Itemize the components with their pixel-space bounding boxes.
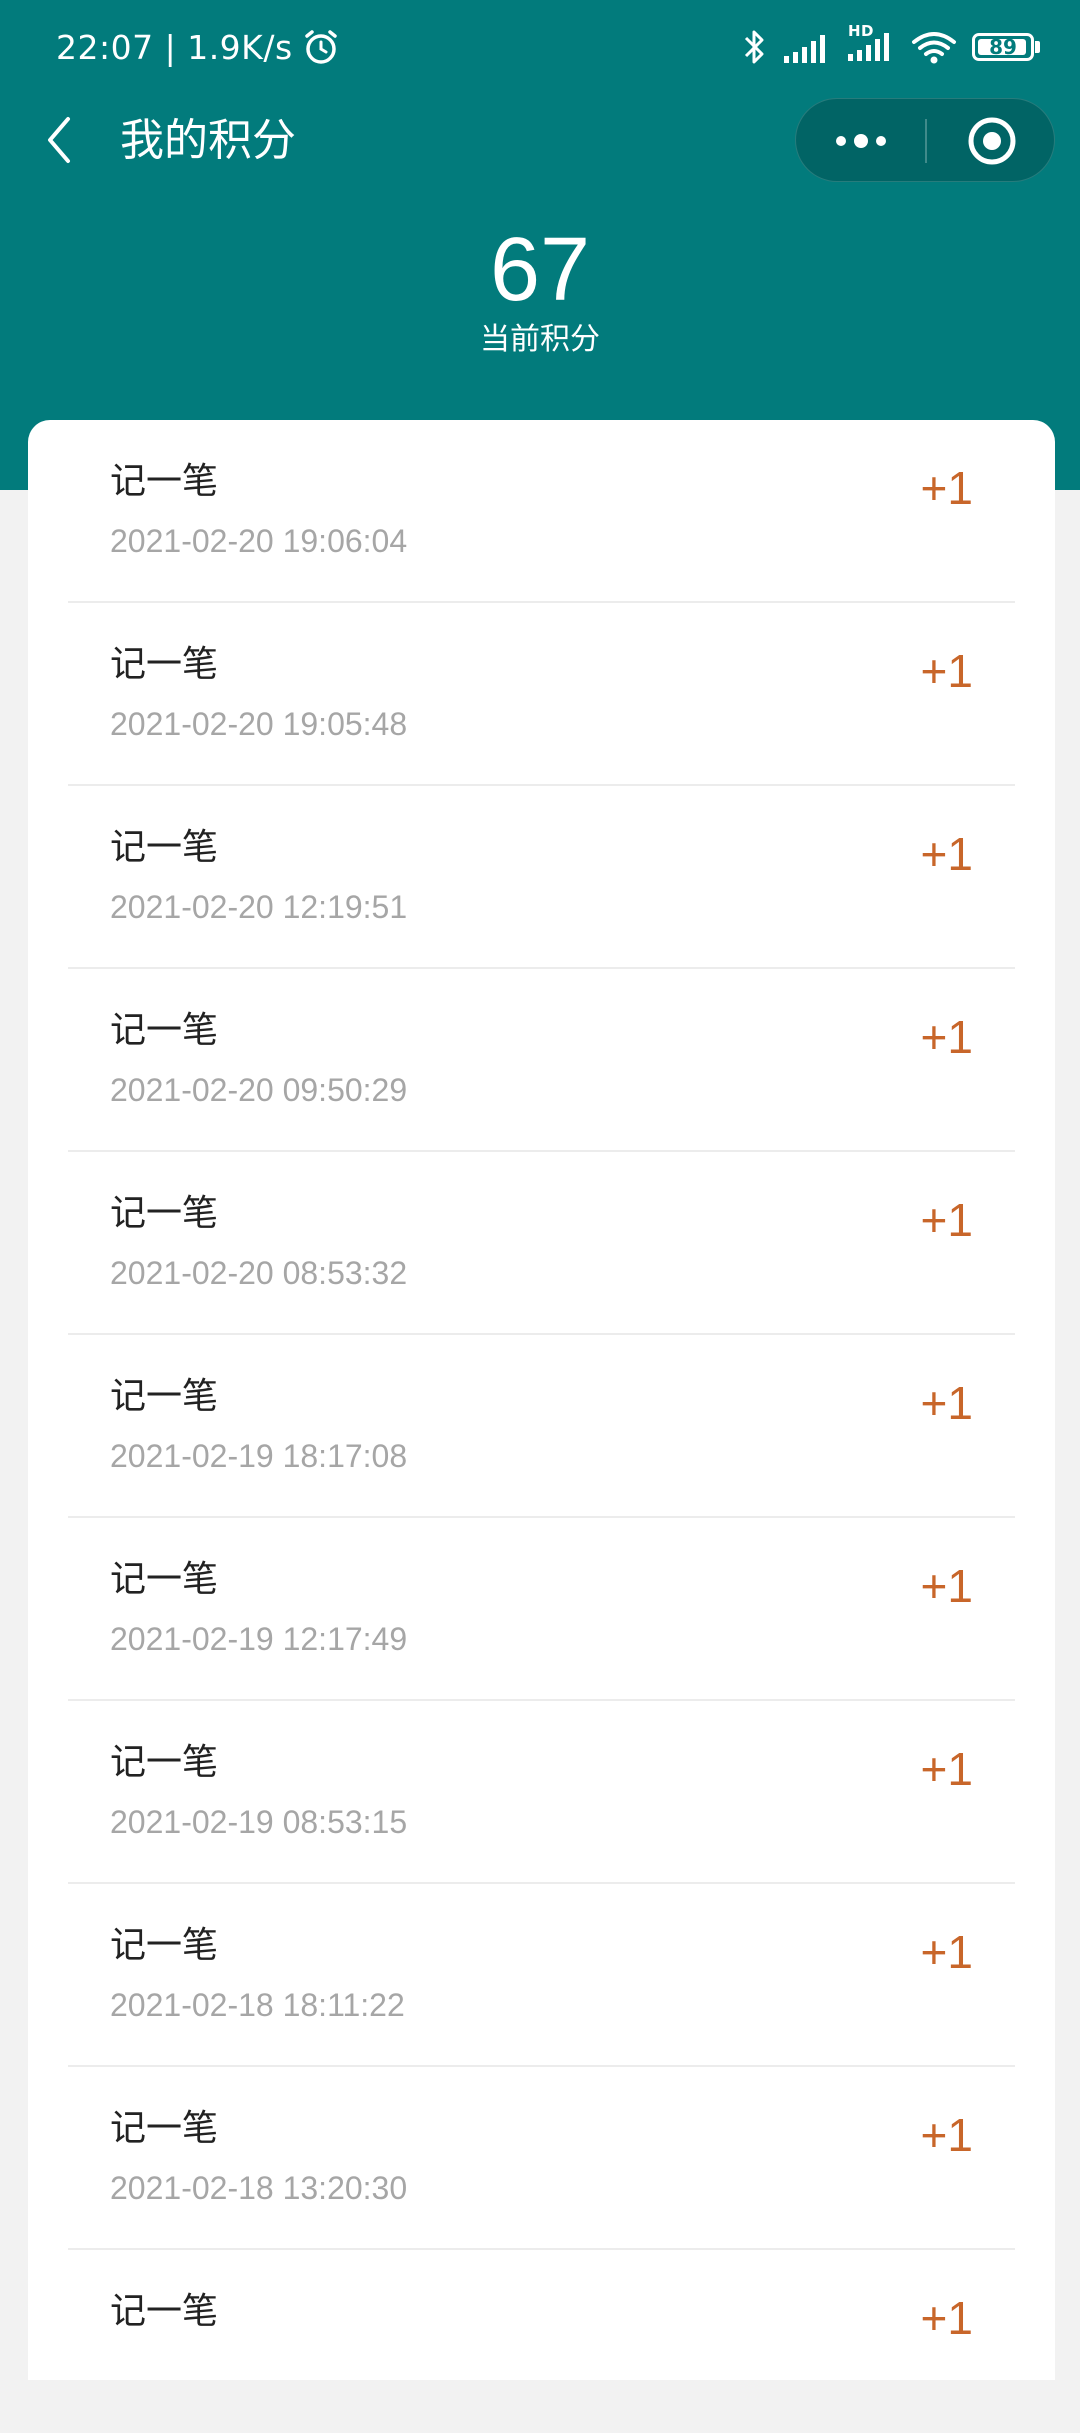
- list-item[interactable]: 记一笔 2021-02-18 13:20:30 +1: [68, 2067, 1015, 2250]
- record-points-delta: +1: [920, 462, 973, 514]
- list-item[interactable]: 记一笔 +1: [68, 2250, 1015, 2433]
- record-points-delta: +1: [920, 2292, 973, 2344]
- record-title: 记一笔: [110, 1559, 219, 1600]
- record-time: 2021-02-19 18:17:08: [110, 1438, 408, 1474]
- status-left: 22:07 | 1.9K/s: [56, 24, 341, 70]
- list-item[interactable]: 记一笔 2021-02-20 09:50:29 +1: [68, 969, 1015, 1152]
- record-time: 2021-02-18 13:20:30: [110, 2170, 408, 2206]
- record-time: 2021-02-20 19:05:48: [110, 706, 408, 742]
- hd-signal: HD: [846, 22, 896, 66]
- list-item[interactable]: 记一笔 2021-02-19 18:17:08 +1: [68, 1335, 1015, 1518]
- points-record-list: 记一笔 2021-02-20 19:06:04 +1 记一笔 2021-02-2…: [28, 420, 1055, 2380]
- current-points-value: 67: [489, 220, 591, 320]
- battery-level: 89: [989, 35, 1017, 59]
- list-item[interactable]: 记一笔 2021-02-20 19:05:48 +1: [68, 603, 1015, 786]
- battery-indicator: 89: [972, 33, 1040, 61]
- back-button[interactable]: [36, 110, 82, 170]
- record-title: 记一笔: [110, 2291, 219, 2332]
- record-points-delta: +1: [920, 1194, 973, 1246]
- hd-label: HD: [848, 22, 875, 40]
- record-title: 记一笔: [110, 1376, 219, 1417]
- list-item[interactable]: 记一笔 2021-02-20 19:06:04 +1: [68, 420, 1015, 603]
- record-title: 记一笔: [110, 2108, 219, 2149]
- record-points-delta: +1: [920, 828, 973, 880]
- record-time: 2021-02-19 12:17:49: [110, 1621, 408, 1657]
- current-points-label: 当前积分: [480, 322, 600, 357]
- status-bar: 22:07 | 1.9K/s HD 89: [0, 0, 1080, 95]
- close-mini-program-button[interactable]: [927, 99, 1056, 183]
- status-time-speed: 22:07 | 1.9K/s: [56, 27, 293, 67]
- record-time: 2021-02-20 19:06:04: [110, 523, 408, 559]
- list-item[interactable]: 记一笔 2021-02-18 18:11:22 +1: [68, 1884, 1015, 2067]
- record-points-delta: +1: [920, 1560, 973, 1612]
- chevron-left-icon: [48, 117, 70, 163]
- target-close-icon: [968, 117, 1015, 165]
- signal-icon: [784, 35, 825, 63]
- record-time: 2021-02-20 09:50:29: [110, 1072, 408, 1108]
- wifi-icon: [912, 32, 956, 64]
- status-right: HD 89: [742, 22, 1040, 72]
- record-title: 记一笔: [110, 644, 219, 685]
- record-title: 记一笔: [110, 827, 219, 868]
- bluetooth-icon: [744, 30, 764, 64]
- list-item[interactable]: 记一笔 2021-02-20 12:19:51 +1: [68, 786, 1015, 969]
- record-points-delta: +1: [920, 1377, 973, 1429]
- record-time: 2021-02-20 08:53:32: [110, 1255, 408, 1291]
- record-title: 记一笔: [110, 1193, 219, 1234]
- record-title: 记一笔: [110, 1925, 219, 1966]
- battery-icon: 89: [972, 33, 1034, 61]
- record-time: 2021-02-19 08:53:15: [110, 1804, 408, 1840]
- list-item[interactable]: 记一笔 2021-02-19 08:53:15 +1: [68, 1701, 1015, 1884]
- list-item[interactable]: 记一笔 2021-02-19 12:17:49 +1: [68, 1518, 1015, 1701]
- record-points-delta: +1: [920, 645, 973, 697]
- record-title: 记一笔: [110, 461, 219, 502]
- record-title: 记一笔: [110, 1742, 219, 1783]
- record-time: 2021-02-18 18:11:22: [110, 1987, 405, 2023]
- battery-tip: [1035, 41, 1040, 53]
- record-points-delta: +1: [920, 2109, 973, 2161]
- alarm-icon: [304, 30, 337, 64]
- more-dots-icon: [835, 134, 886, 148]
- record-title: 记一笔: [110, 1010, 219, 1051]
- more-button[interactable]: [796, 99, 925, 183]
- record-points-delta: +1: [920, 1926, 973, 1978]
- mini-program-capsule: [795, 98, 1055, 182]
- list-item[interactable]: 记一笔 2021-02-20 08:53:32 +1: [68, 1152, 1015, 1335]
- record-points-delta: +1: [920, 1011, 973, 1063]
- record-points-delta: +1: [920, 1743, 973, 1795]
- record-time: 2021-02-20 12:19:51: [110, 889, 408, 925]
- page-title: 我的积分: [120, 115, 296, 166]
